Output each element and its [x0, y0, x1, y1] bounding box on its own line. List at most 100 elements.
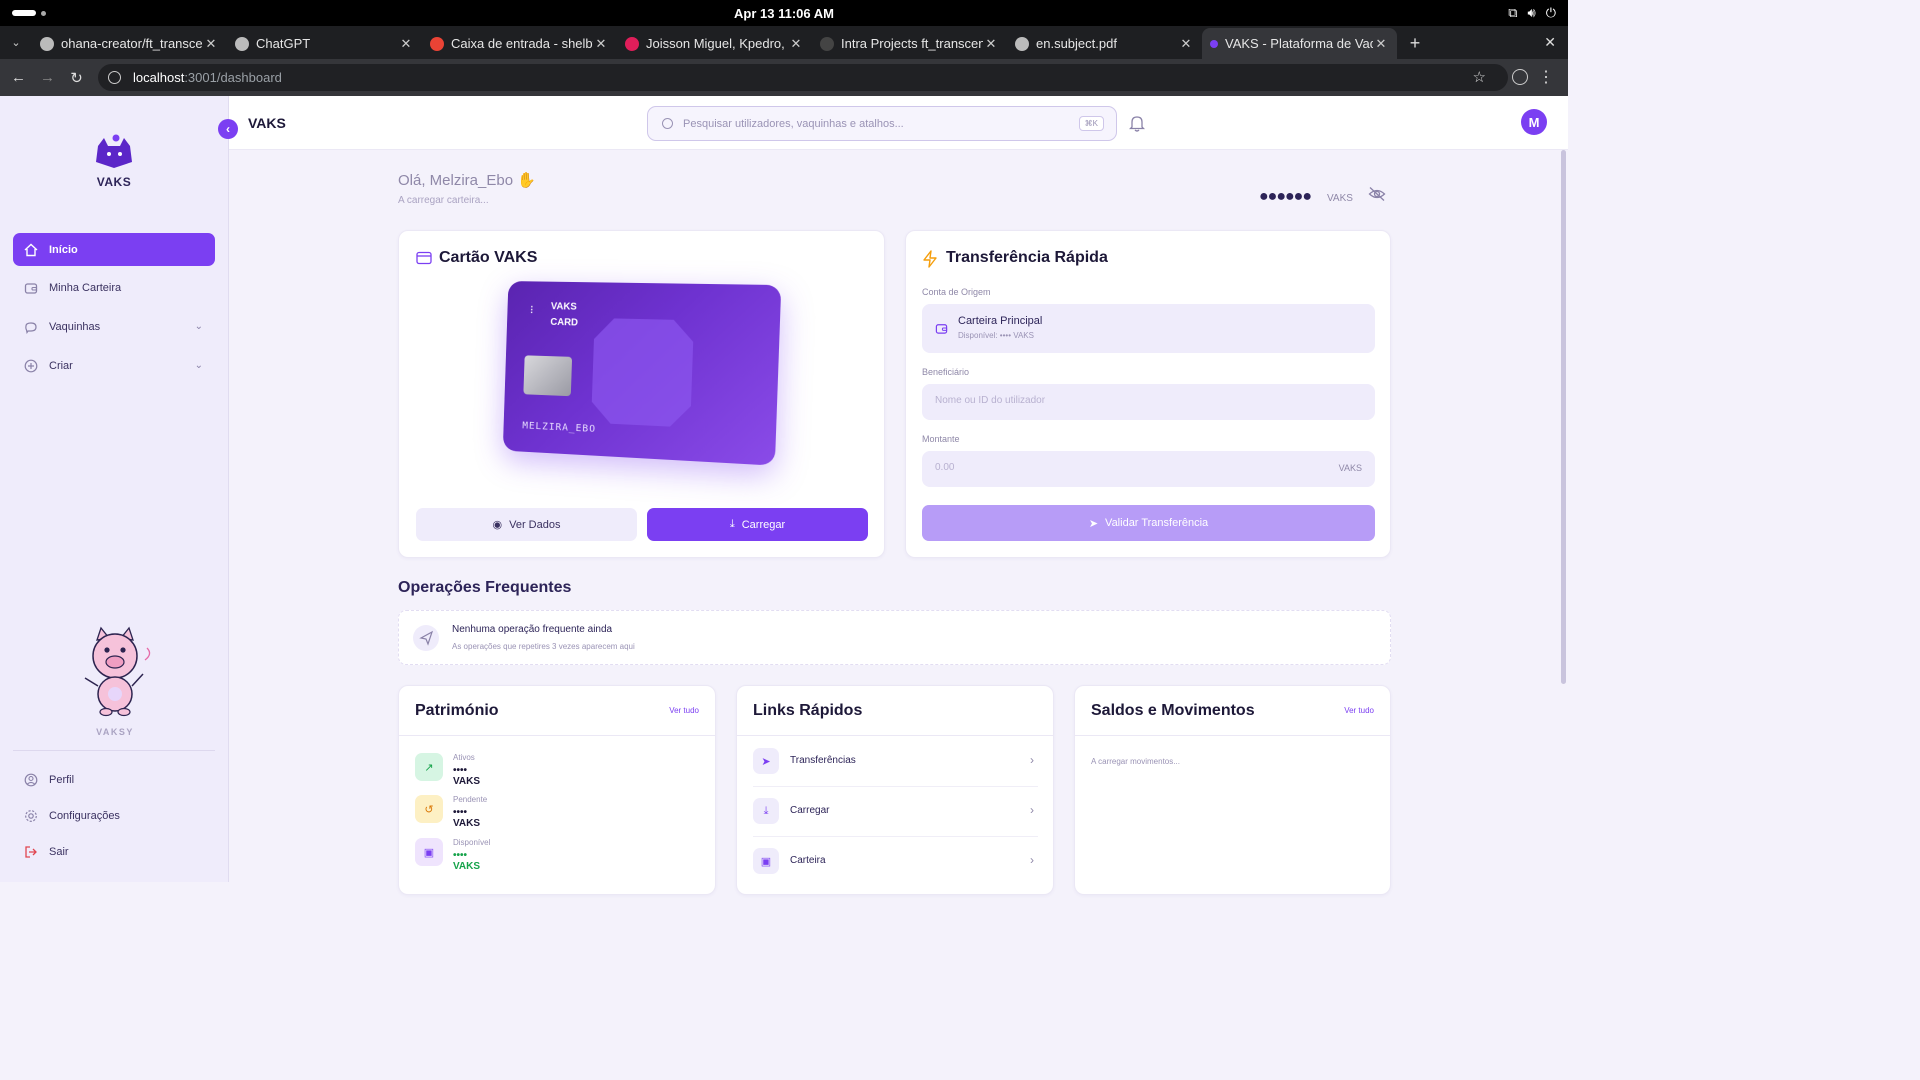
- origin-account-select[interactable]: Carteira Principal Disponível: •••• VAKS: [922, 304, 1375, 353]
- browser-tab[interactable]: Intra Projects ft_transcen ✕: [812, 28, 1007, 59]
- logout-icon: [23, 844, 39, 860]
- quick-link-carteira[interactable]: ▣ Carteira ›: [753, 837, 1038, 887]
- lightning-icon: [923, 250, 937, 268]
- clock[interactable]: Apr 13 11:06 AM: [0, 6, 1568, 21]
- send-icon: [413, 625, 439, 651]
- sidebar-item-perfil[interactable]: Perfil: [13, 763, 215, 796]
- tab-search-icon[interactable]: ⌄: [0, 26, 32, 59]
- mascot-vaksy: VAKSY: [70, 626, 160, 737]
- sidebar-item-configuracoes[interactable]: Configurações: [13, 799, 215, 832]
- greeting: Olá, Melzira_Ebo ✋: [398, 172, 536, 189]
- quick-transfer-title: Transferência Rápida: [946, 249, 1108, 266]
- browser-tab[interactable]: Caixa de entrada - shelby ✕: [422, 28, 617, 59]
- new-tab-button[interactable]: +: [1403, 28, 1427, 59]
- carregar-button[interactable]: ⤓ Carregar: [647, 508, 868, 541]
- browser-tab[interactable]: ohana-creator/ft_transce ✕: [32, 28, 227, 59]
- movements-panel: Saldos e Movimentos Ver tudo A carregar …: [1074, 685, 1391, 895]
- quick-link-transferencias[interactable]: ➤ Transferências ›: [753, 737, 1038, 787]
- card-brand: VAKS CARD: [550, 301, 579, 329]
- history-icon: ↺: [415, 795, 443, 823]
- card-holder-name: MELZIRA_EBO: [522, 420, 597, 435]
- forward-icon[interactable]: →: [33, 69, 62, 86]
- chevron-down-icon[interactable]: ⌄: [195, 360, 203, 371]
- browser-tab[interactable]: en.subject.pdf ✕: [1007, 28, 1202, 59]
- browser-tab[interactable]: Joisson Miguel, Kpedro, C ✕: [617, 28, 812, 59]
- quick-links-panel: Links Rápidos ➤ Transferências › ⤓ Carre…: [736, 685, 1054, 895]
- system-tray[interactable]: ⧉ 🔊︎ ⏻: [1508, 5, 1556, 21]
- search-input[interactable]: Pesquisar utilizadores, vaquinhas e atal…: [647, 106, 1117, 141]
- sidebar-item-criar[interactable]: Criar ⌄: [13, 349, 215, 382]
- network-icon[interactable]: ⧉: [1508, 5, 1517, 21]
- card-brand-icon: ⁝: [529, 302, 534, 317]
- search-icon: [662, 118, 673, 129]
- beneficiary-input[interactable]: Nome ou ID do utilizador: [922, 384, 1375, 420]
- intra-icon: [820, 36, 834, 51]
- browser-tab-active[interactable]: VAKS - Plataforma de Vaq ✕: [1202, 28, 1397, 59]
- close-tab-icon[interactable]: ✕: [1373, 36, 1389, 52]
- volume-icon[interactable]: 🔊︎: [1528, 5, 1536, 21]
- sidebar: VAKS Início Minha Carteira Vaquinhas ⌄ C…: [0, 96, 229, 882]
- vaks-card[interactable]: ⁝ VAKS CARD MELZIRA_EBO: [502, 281, 782, 466]
- page-scrollbar[interactable]: [1561, 150, 1566, 684]
- logo[interactable]: VAKS: [87, 132, 141, 189]
- sidebar-item-vaquinhas[interactable]: Vaquinhas ⌄: [13, 310, 215, 343]
- close-tab-icon[interactable]: ✕: [1178, 36, 1194, 52]
- browser-toolbar: ← → ↻ localhost:3001/dashboard ☆ ⋮: [0, 59, 1568, 96]
- assets-see-all-link[interactable]: Ver tudo: [669, 706, 699, 715]
- frequent-operations-title: Operações Frequentes: [398, 579, 572, 596]
- address-bar[interactable]: localhost:3001/dashboard: [98, 64, 1508, 91]
- avatar[interactable]: M: [1521, 109, 1547, 135]
- vaks-logo-icon: [96, 134, 132, 168]
- shortcut-hint: ⌘K: [1078, 116, 1104, 131]
- bookmark-star-icon[interactable]: ☆: [1473, 68, 1486, 86]
- back-icon[interactable]: ←: [4, 69, 33, 86]
- profile-icon[interactable]: [1512, 69, 1528, 85]
- slack-icon: [625, 36, 639, 51]
- browser-menu-icon[interactable]: ⋮: [1538, 67, 1554, 87]
- pig-mascot-icon: [84, 626, 151, 717]
- quick-transfer-panel: Transferência Rápida Conta de Origem Car…: [905, 230, 1391, 558]
- close-tab-icon[interactable]: ✕: [203, 36, 219, 52]
- send-icon: ➤: [753, 748, 779, 774]
- gmail-icon: [430, 36, 444, 51]
- home-icon: [23, 242, 39, 258]
- close-tab-icon[interactable]: ✕: [398, 36, 414, 52]
- plus-circle-icon: [23, 358, 39, 374]
- chevron-right-icon: ›: [1030, 803, 1034, 817]
- movements-see-all-link[interactable]: Ver tudo: [1344, 706, 1374, 715]
- assets-panel: Património Ver tudo ↗ Ativos •••• VAKS ↺…: [398, 685, 716, 895]
- movements-loading-text: A carregar movimentos...: [1091, 757, 1180, 766]
- ver-dados-button[interactable]: ◉ Ver Dados: [416, 508, 637, 541]
- bell-icon[interactable]: [1129, 114, 1145, 132]
- browser-tab[interactable]: ChatGPT ✕: [227, 28, 422, 59]
- close-tab-icon[interactable]: ✕: [983, 36, 999, 52]
- sidebar-item-sair[interactable]: Sair: [13, 835, 215, 868]
- quick-link-carregar[interactable]: ⤓ Carregar ›: [753, 787, 1038, 837]
- close-window-icon[interactable]: ✕: [1544, 34, 1556, 51]
- card-chip: [523, 355, 573, 397]
- close-tab-icon[interactable]: ✕: [593, 36, 609, 52]
- amount-input[interactable]: 0.00 VAKS: [922, 451, 1375, 487]
- chevron-down-icon[interactable]: ⌄: [195, 321, 203, 332]
- browser-tab-strip: ⌄ ohana-creator/ft_transce ✕ ChatGPT ✕ Cai…: [0, 26, 1568, 59]
- power-icon[interactable]: ⏻: [1546, 5, 1556, 21]
- site-info-icon[interactable]: [108, 71, 121, 84]
- collapse-sidebar-button[interactable]: ‹: [218, 119, 238, 139]
- globe-icon: [1015, 36, 1029, 51]
- validar-transferencia-button[interactable]: ➤ Validar Transferência: [922, 505, 1375, 541]
- close-tab-icon[interactable]: ✕: [788, 36, 804, 52]
- gear-icon: [23, 808, 39, 824]
- balance-unit: VAKS: [1327, 193, 1353, 204]
- eye-off-icon[interactable]: [1368, 186, 1386, 202]
- amount-label: Montante: [922, 434, 960, 444]
- sidebar-item-inicio[interactable]: Início: [13, 233, 215, 266]
- vaks-favicon-icon: [1210, 39, 1218, 48]
- sidebar-item-minha-carteira[interactable]: Minha Carteira: [13, 271, 215, 304]
- card-panel-title: Cartão VAKS: [439, 249, 538, 266]
- wallet-icon: ▣: [753, 848, 779, 874]
- credit-card-icon: [416, 251, 432, 265]
- wallet-loading-text: A carregar carteira...: [398, 195, 489, 206]
- piggy-bank-icon: [23, 319, 39, 335]
- balance-masked: ●●●●●●: [1259, 188, 1312, 205]
- reload-icon[interactable]: ↻: [62, 69, 91, 87]
